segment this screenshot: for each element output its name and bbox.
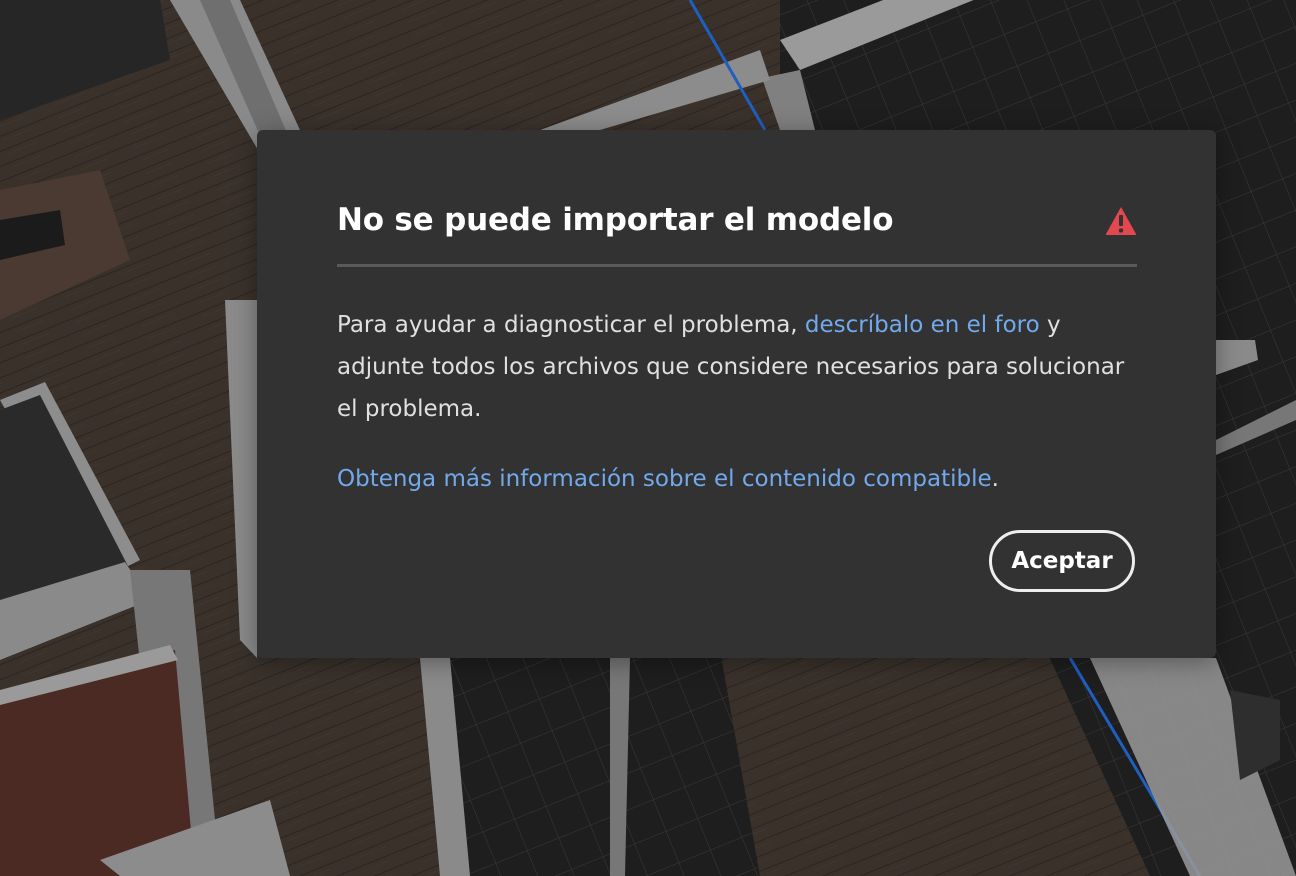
title-divider [337,264,1137,267]
import-error-dialog: No se puede importar el modelo Para ayud… [257,130,1216,658]
forum-link[interactable]: descríbalo en el foro [805,312,1040,338]
message-prefix: Para ayudar a diagnosticar el problema, [337,312,805,338]
3d-viewport[interactable]: No se puede importar el modelo Para ayud… [0,0,1296,876]
dialog-title: No se puede importar el modelo [337,202,894,238]
learn-more-link[interactable]: Obtenga más información sobre el conteni… [337,466,992,492]
learn-more-line: Obtenga más información sobre el conteni… [337,458,1157,500]
accept-button[interactable]: Aceptar [989,530,1135,592]
dialog-message: Para ayudar a diagnosticar el problema, … [337,304,1147,430]
learn-more-period: . [991,466,999,492]
alert-triangle-icon [1105,207,1137,235]
